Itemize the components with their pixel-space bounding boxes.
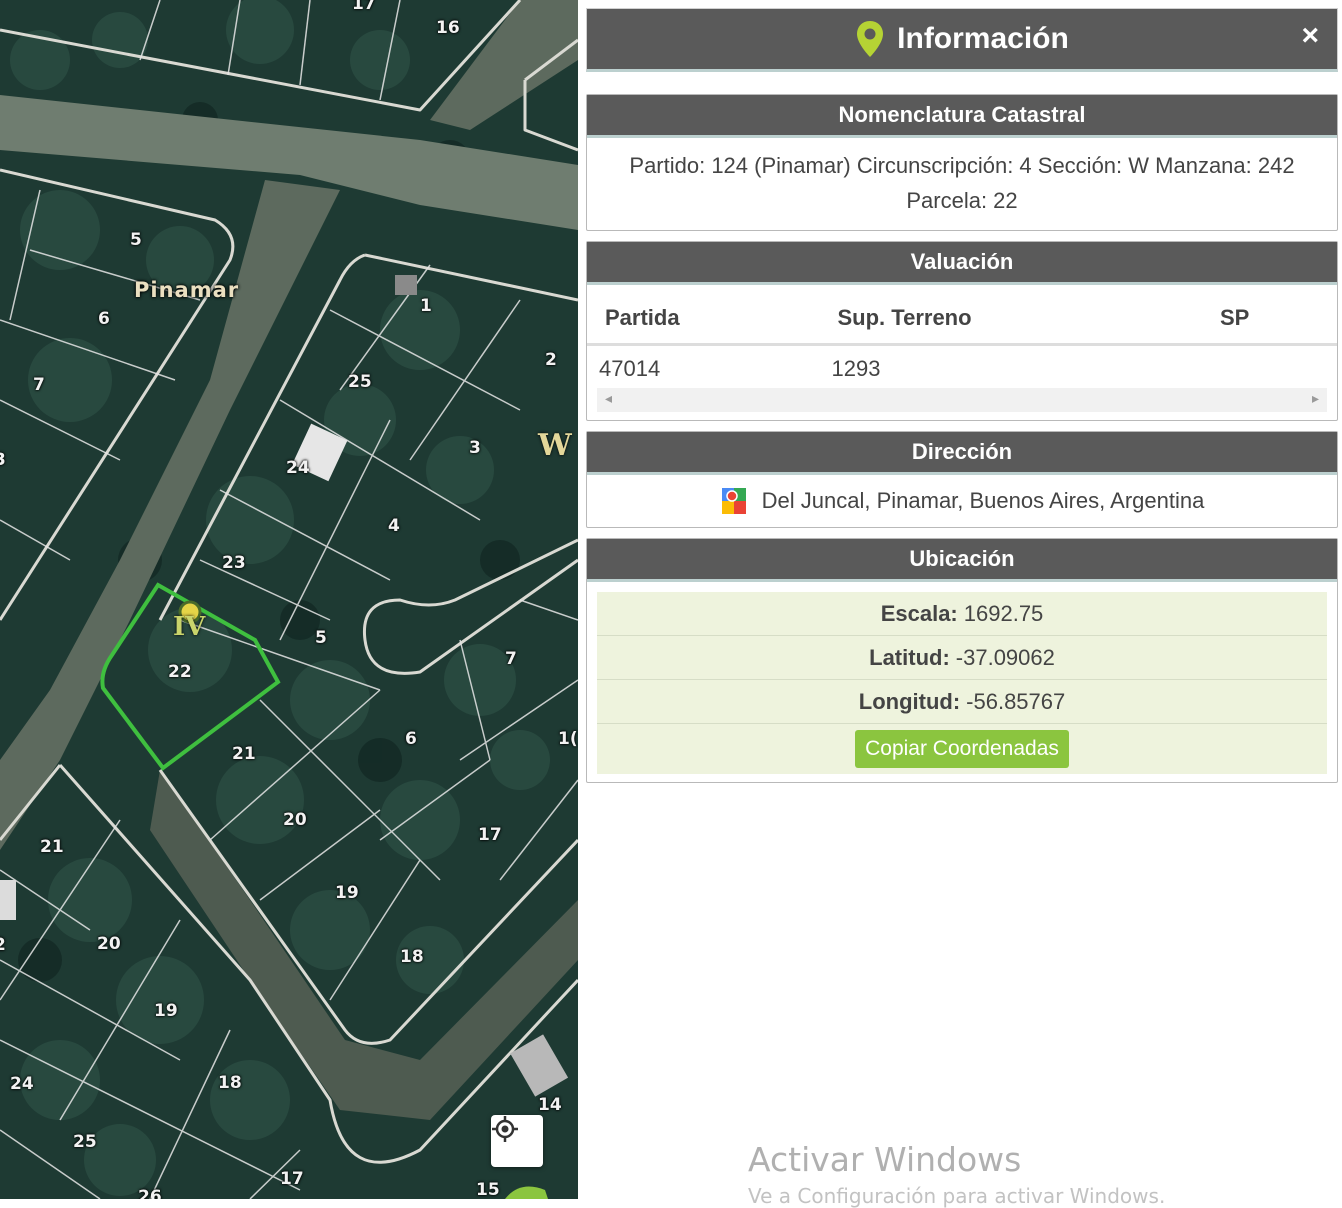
- panel-title: Información: [897, 22, 1069, 55]
- cell-partida: 47014: [599, 356, 661, 381]
- lot-label: 21: [232, 744, 256, 764]
- copy-row: Copiar Coordenadas: [597, 724, 1327, 774]
- lot-label: 20: [97, 934, 121, 954]
- section-label: W: [538, 428, 572, 463]
- cell-sup-terreno: 1293: [831, 356, 881, 381]
- section-header: Valuación: [587, 242, 1337, 285]
- lot-label: 25: [73, 1132, 97, 1152]
- lot-label: 24: [286, 458, 310, 478]
- lot-label: 19: [335, 883, 359, 903]
- cell-sp: [1202, 345, 1337, 389]
- table-row: 47014 1293: [587, 345, 1337, 389]
- close-button[interactable]: ×: [1301, 19, 1319, 53]
- lot-label: 17: [352, 0, 376, 14]
- escala-value: 1692.75: [963, 600, 1044, 626]
- google-maps-icon: [721, 488, 746, 514]
- lot-label: 5: [315, 628, 327, 648]
- column-header-partida: Partida: [587, 285, 820, 346]
- lot-label: 15: [476, 1180, 500, 1199]
- place-label: Pinamar: [134, 278, 240, 302]
- column-header-sup-terreno: Sup. Terreno: [819, 285, 1202, 346]
- lot-label: 20: [283, 810, 307, 830]
- nomenclatura-text: Partido: 124 (Pinamar) Circunscripción: …: [629, 153, 1295, 213]
- lot-label: 24: [10, 1074, 34, 1094]
- copy-coordinates-button[interactable]: Copiar Coordenadas: [855, 730, 1069, 768]
- lot-label: 2: [545, 350, 557, 370]
- lot-label: 5: [130, 230, 142, 250]
- column-header-sp: SP: [1202, 285, 1337, 346]
- direccion-row: Del Juncal, Pinamar, Buenos Aires, Argen…: [587, 475, 1337, 527]
- scroll-right-icon[interactable]: ▸: [1312, 390, 1319, 407]
- lot-label: 1: [420, 296, 432, 316]
- escala-label: Escala:: [880, 600, 958, 626]
- lot-label: 7: [33, 375, 45, 395]
- scroll-left-icon[interactable]: ◂: [605, 390, 612, 407]
- lot-label: 1(: [558, 729, 578, 749]
- latitud-row: Latitud: -37.09062: [597, 636, 1327, 680]
- lot-label: 21: [40, 837, 64, 857]
- ubicacion-table: Escala: 1692.75 Latitud: -37.09062 Longi…: [597, 592, 1327, 774]
- windows-activation-subtext: Ve a Configuración para activar Windows.: [748, 1184, 1166, 1208]
- lot-label: 6: [405, 729, 417, 749]
- section-header: Ubicación: [587, 539, 1337, 582]
- map-view[interactable]: 17 16 5 6 7 1 2 25 3 24 4 23 22 5 7 21 6…: [0, 0, 578, 1199]
- lot-label: 18: [400, 947, 424, 967]
- latitud-label: Latitud:: [869, 644, 950, 670]
- lot-label: 25: [348, 372, 372, 392]
- direccion-text: Del Juncal, Pinamar, Buenos Aires, Argen…: [761, 488, 1205, 513]
- crosshair-icon: [492, 1116, 518, 1142]
- lot-label: 17: [280, 1169, 304, 1189]
- map-pin-icon: [857, 21, 884, 57]
- lot-label: 26: [138, 1187, 162, 1199]
- lot-label: 3: [469, 438, 481, 458]
- section-header: Nomenclatura Catastral: [587, 95, 1337, 138]
- latitud-value: -37.09062: [955, 644, 1055, 670]
- lot-label: 19: [154, 1001, 178, 1021]
- lot-label: 17: [478, 825, 502, 845]
- ubicacion-section: Ubicación Escala: 1692.75 Latitud: -37.0…: [586, 538, 1338, 783]
- longitud-value: -56.85767: [966, 688, 1066, 714]
- longitud-label: Longitud:: [858, 688, 961, 714]
- horizontal-scrollbar[interactable]: ◂ ▸: [597, 388, 1327, 412]
- windows-activation-watermark: Activar Windows: [748, 1140, 1022, 1179]
- section-header: Dirección: [587, 432, 1337, 475]
- direccion-section: Dirección Del Juncal, Pinamar, Buenos Ai…: [586, 431, 1338, 528]
- escala-row: Escala: 1692.75: [597, 592, 1327, 636]
- nomenclatura-section: Nomenclatura Catastral Partido: 124 (Pin…: [586, 94, 1338, 231]
- circunscripcion-label: IV: [173, 612, 206, 642]
- lot-label: 4: [388, 516, 400, 536]
- lot-label: 18: [218, 1073, 242, 1093]
- lot-label: 7: [505, 649, 517, 669]
- valuacion-section: Valuación Partida Sup. Terreno SP 47014 …: [586, 241, 1338, 421]
- satellite-map: [0, 0, 578, 1199]
- lot-label: 6: [98, 309, 110, 329]
- locate-button[interactable]: [491, 1115, 543, 1167]
- lot-label: 14: [538, 1095, 562, 1115]
- info-panel: Información × Nomenclatura Catastral Par…: [586, 8, 1338, 783]
- valuacion-table: Partida Sup. Terreno SP 47014 1293: [587, 285, 1337, 388]
- panel-titlebar: Información ×: [586, 8, 1338, 72]
- lot-label: 16: [436, 18, 460, 38]
- lot-label: 22: [168, 662, 192, 682]
- lot-label: 23: [222, 553, 246, 573]
- lot-label: 2: [0, 935, 6, 955]
- lot-label: 3: [0, 450, 6, 470]
- longitud-row: Longitud: -56.85767: [597, 680, 1327, 724]
